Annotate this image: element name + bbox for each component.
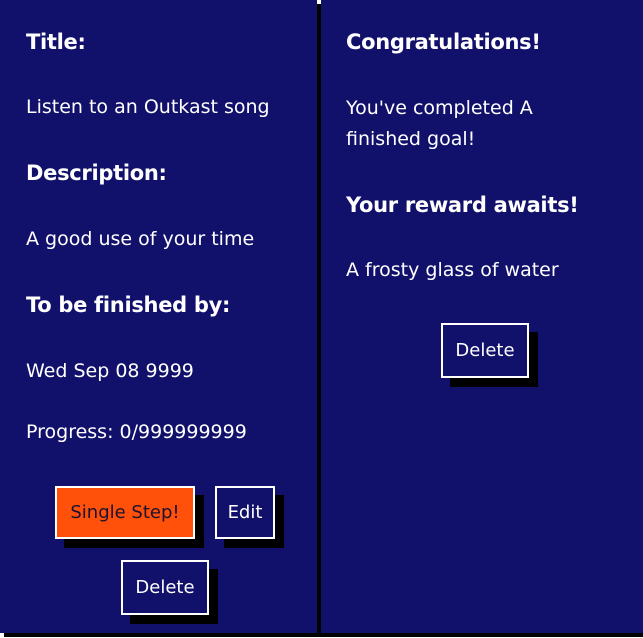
completed-goal-card: Congratulations! You've completed A fini…	[321, 0, 643, 633]
reward-heading: Your reward awaits!	[346, 193, 579, 217]
delete-completed-button[interactable]: Delete	[441, 323, 529, 378]
description-heading: Description:	[26, 161, 167, 185]
goal-title: Listen to an Outkast song	[26, 96, 270, 118]
reward-description: A frosty glass of water	[346, 259, 559, 281]
goal-card: Title: Listen to an Outkast song Descrip…	[0, 0, 317, 633]
delete-goal-button[interactable]: Delete	[121, 560, 209, 615]
goal-deadline: Wed Sep 08 9999	[26, 360, 194, 382]
single-step-button[interactable]: Single Step!	[55, 486, 195, 539]
congratulations-heading: Congratulations!	[346, 30, 541, 54]
edit-button[interactable]: Edit	[215, 486, 275, 539]
goals-board: Title: Listen to an Outkast song Descrip…	[0, 0, 643, 638]
completed-message: You've completed A finished goal!	[346, 97, 533, 150]
goal-description: A good use of your time	[26, 228, 255, 250]
title-heading: Title:	[26, 30, 86, 54]
goal-progress: Progress: 0/999999999	[26, 421, 247, 443]
deadline-heading: To be finished by:	[26, 293, 231, 317]
